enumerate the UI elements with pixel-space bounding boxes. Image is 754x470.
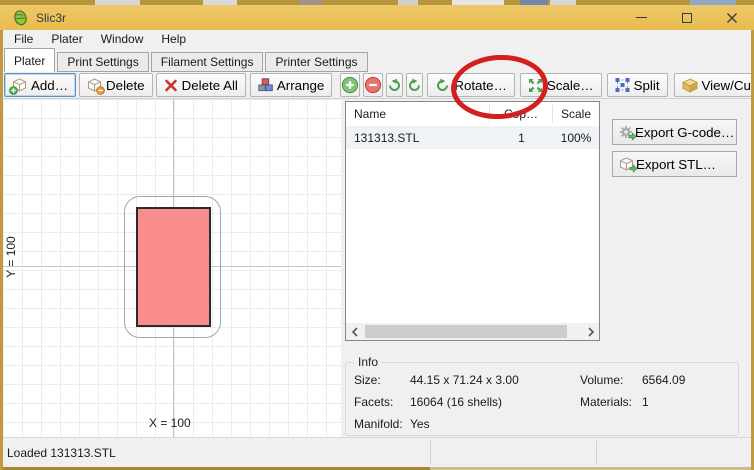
menu-file[interactable]: File [5, 30, 42, 48]
toolbar: Add… Delete Delete All Arrange [3, 72, 751, 99]
column-header-name[interactable]: Name [346, 105, 490, 123]
package-add-icon [12, 78, 27, 92]
row-name: 131313.STL [346, 131, 490, 145]
materials-label: Materials: [580, 395, 642, 409]
split-button[interactable]: Split [607, 73, 668, 97]
rotate-cw-icon [407, 78, 422, 93]
tab-plater[interactable]: Plater [4, 48, 55, 72]
column-header-copies[interactable]: Cop… [490, 105, 553, 123]
column-header-scale[interactable]: Scale [553, 105, 599, 123]
materials-value: 1 [642, 395, 738, 409]
x-axis-label: X = 100 [149, 416, 191, 430]
rotate-ccw-button[interactable] [386, 73, 403, 97]
package-delete-icon [87, 78, 102, 92]
close-button[interactable] [709, 5, 754, 30]
size-label: Size: [354, 373, 410, 387]
export-panel: Export G-code… Export STL… [612, 119, 737, 183]
menu-window[interactable]: Window [92, 30, 153, 48]
status-separator [596, 441, 597, 464]
size-value: 44.15 x 71.24 x 3.00 [410, 373, 580, 387]
object-list: Name Cop… Scale 131313.STL 1 100% [345, 101, 600, 341]
volume-label: Volume: [580, 373, 642, 387]
close-icon [726, 12, 738, 24]
menu-help[interactable]: Help [152, 30, 195, 48]
tab-filament-settings[interactable]: Filament Settings [151, 52, 264, 72]
export-stl-icon [619, 157, 634, 171]
tab-bar: Plater Print Settings Filament Settings … [3, 48, 751, 72]
tab-printer-settings[interactable]: Printer Settings [265, 52, 367, 72]
slic3r-logo-icon [12, 9, 29, 26]
cube-icon [682, 78, 698, 93]
maximize-button[interactable] [664, 5, 709, 30]
increase-copies-button[interactable] [340, 73, 360, 97]
facets-value: 16064 (16 shells) [410, 395, 580, 409]
red-x-icon [164, 79, 178, 92]
menu-plater[interactable]: Plater [42, 30, 91, 48]
arrange-cubes-icon [258, 78, 273, 92]
add-button[interactable]: Add… [4, 73, 76, 97]
status-bar: Loaded 131313.STL [0, 437, 754, 467]
slic3r-window: Slic3r File Plater Window Help Plater Pr… [0, 0, 754, 470]
delete-all-button[interactable]: Delete All [156, 73, 246, 97]
minimize-icon [636, 17, 647, 18]
scale-button[interactable]: Scale… [520, 73, 602, 97]
object-list-header: Name Cop… Scale [346, 102, 599, 126]
tab-print-settings[interactable]: Print Settings [57, 52, 148, 72]
scale-arrows-icon [528, 78, 543, 93]
horizontal-scrollbar[interactable] [346, 323, 599, 340]
facets-label: Facets: [354, 395, 410, 409]
view-cut-button[interactable]: View/Cut… [674, 73, 751, 97]
minus-circle-icon [364, 76, 382, 94]
table-row[interactable]: 131313.STL 1 100% [346, 126, 599, 149]
window-title: Slic3r [36, 11, 66, 25]
delete-button[interactable]: Delete [79, 73, 153, 97]
status-separator [430, 441, 431, 464]
rotate-cw-button[interactable] [406, 73, 423, 97]
chevron-right-icon [587, 327, 595, 337]
export-gcode-icon [619, 125, 633, 139]
export-stl-button[interactable]: Export STL… [612, 151, 737, 177]
chevron-left-icon [351, 327, 359, 337]
rotate-icon [435, 78, 450, 93]
volume-value: 6564.09 [642, 373, 738, 387]
menu-bar: File Plater Window Help [3, 30, 751, 48]
manifold-label: Manifold: [354, 417, 410, 431]
scroll-right-button[interactable] [582, 323, 599, 340]
plated-object-131313[interactable] [136, 207, 211, 327]
window-left-border [0, 30, 3, 470]
plater-canvas[interactable]: Y = 100 X = 100 [3, 99, 341, 437]
plus-circle-icon [341, 76, 359, 94]
export-gcode-button[interactable]: Export G-code… [612, 119, 737, 145]
maximize-icon [682, 13, 692, 23]
info-groupbox: Info Size: 44.15 x 71.24 x 3.00 Volume: … [345, 362, 739, 436]
row-copies: 1 [490, 131, 553, 145]
scrollbar-thumb[interactable] [365, 325, 567, 338]
rotate-ccw-icon [387, 78, 402, 93]
arrange-button[interactable]: Arrange [250, 73, 332, 97]
manifold-value: Yes [410, 417, 580, 431]
rotate-button[interactable]: Rotate… [427, 73, 515, 97]
title-bar: Slic3r [0, 5, 754, 30]
info-groupbox-title: Info [354, 355, 382, 369]
y-axis-label: Y = 100 [4, 222, 18, 292]
right-panel: Name Cop… Scale 131313.STL 1 100% [341, 99, 751, 437]
row-scale: 100% [553, 131, 599, 145]
status-message: Loaded 131313.STL [7, 446, 116, 460]
split-icon [615, 78, 630, 92]
scroll-left-button[interactable] [346, 323, 363, 340]
minimize-button[interactable] [619, 5, 664, 30]
main-area: Y = 100 X = 100 Name Cop… Scale 131313.S… [0, 99, 754, 437]
decrease-copies-button[interactable] [363, 73, 383, 97]
